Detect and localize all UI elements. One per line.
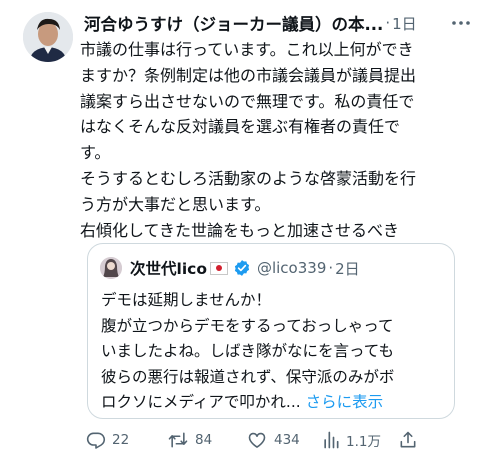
like-button[interactable]: 434 [246,428,300,452]
tweet[interactable]: 河合ゆうすけ（ジョーカー議員）の本... · 1日 市議の仕事は行っています。こ… [0,0,480,461]
view-count: 1.1万 [346,434,381,450]
quoted-tweet-text: デモは延期しませんか！ 腹が立つからデモをするっておっしゃって いましたよね。し… [101,288,451,416]
views-button[interactable]: 1.1万 [322,428,381,452]
quoted-author-name[interactable]: 次世代lico [130,257,207,279]
share-button[interactable] [398,428,418,452]
tweet-text-line: ますか？条例制定は他の市議会議員が議員提出 [80,65,417,85]
share-icon [398,430,418,450]
quoted-author-handle[interactable]: @lico339 [257,259,326,277]
separator-dot: · [328,259,334,277]
tweet-text-line: 右傾化してきた世論をもっと加速させるべき [80,220,400,240]
reply-button[interactable]: 22 [86,428,129,452]
reply-count: 22 [112,432,130,448]
author-avatar[interactable] [23,12,73,62]
tweet-text-line: う方が大事だと思います。 [80,194,271,214]
tweet-text-line: 議案すら出させないので無理です。私の責任で [80,91,415,111]
quoted-text-truncated: ロクソにメディアで叩かれ... [101,393,301,411]
quoted-author-avatar[interactable] [100,257,122,279]
verified-icon [233,259,251,277]
quoted-tweet[interactable]: 次世代lico @lico339 · 2日 デモは延期しませんか！ 腹が立つから… [87,243,455,419]
repost-icon [167,430,189,450]
tweet-text-line: はなくそんな反対議員を選ぶ有権者の責任で [80,117,401,137]
repost-count: 84 [195,432,213,448]
author-name[interactable]: 河合ゆうすけ（ジョーカー議員）の本... [84,11,383,35]
quoted-tweet-time[interactable]: 2日 [335,258,360,279]
tweet-text-line: 市議の仕事は行っています。これ以上何ができ [80,40,414,59]
action-bar: 22 84 434 1.1万 [86,428,476,452]
avatar-portrait-image [23,12,73,62]
quoted-text-line: ロクソにメディアで叩かれ... さらに表示 [101,390,451,416]
tweet-text: 市議の仕事は行っています。これ以上何ができ ますか？条例制定は他の市議会議員が議… [80,37,472,243]
flag-icon [209,261,228,275]
tweet-text-line: そうするとむしろ活動家のような啓蒙活動を行 [80,168,417,188]
quoted-text-line: デモは延期しませんか！ [101,291,272,309]
repost-button[interactable]: 84 [167,428,212,452]
like-icon [246,430,268,450]
views-icon [322,430,340,450]
reply-icon [86,430,106,450]
more-icon[interactable] [448,14,474,32]
show-more-link[interactable]: さらに表示 [306,393,384,411]
like-count: 434 [274,432,300,448]
quoted-text-line: いましたよね。しばき隊がなにを言っても [101,342,394,360]
quoted-text-line: 彼らの悪行は報道されず、保守派のみがボ [101,367,395,386]
tweet-text-line: す。 [80,143,111,163]
quoted-tweet-header: 次世代lico @lico339 · 2日 [100,255,360,281]
tweet-time[interactable]: 1日 [392,13,417,34]
separator-dot: · [385,14,391,32]
tweet-header: 河合ゆうすけ（ジョーカー議員）の本... · 1日 [84,10,474,36]
quoted-text-line: 腹が立つからデモをするっておっしゃって [101,316,394,335]
